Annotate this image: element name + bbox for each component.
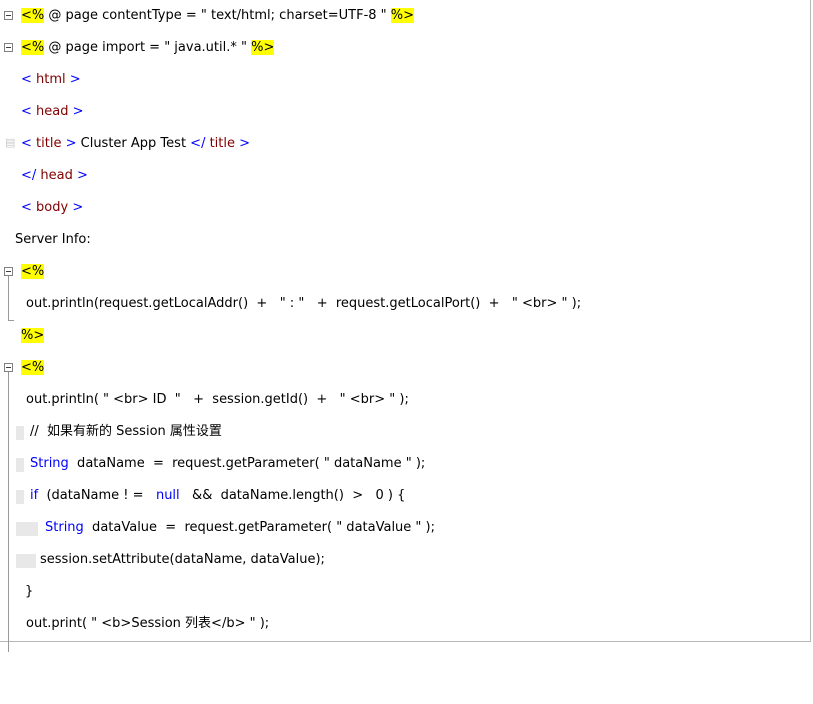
tag-open: < — [21, 104, 32, 119]
code-line: String dataName = request.getParameter( … — [0, 448, 810, 480]
keyword: String — [45, 520, 84, 535]
code-line: <% @ page contentType = " text/html; cha… — [0, 0, 810, 32]
directive-text: @ page contentType = " text/html; charse… — [44, 8, 391, 23]
tag-name: title — [205, 136, 240, 151]
scriptlet-close: %> — [251, 40, 275, 55]
tag-name: head — [31, 104, 73, 119]
code-line: out.print( " <b>Session 列表</b> " ); — [0, 608, 810, 640]
tag-close: > — [72, 200, 84, 215]
tag-open: </ — [190, 136, 206, 151]
directive-text: @ page import = " java.util.* " — [44, 40, 252, 55]
tag-name: html — [31, 72, 70, 87]
collapse-box-icon[interactable] — [4, 11, 13, 20]
code-line: <% — [0, 256, 810, 320]
tag-close: > — [239, 136, 251, 151]
tag-name: title — [31, 136, 66, 151]
code-text: dataValue = request.getParameter( " data… — [83, 520, 435, 535]
breakpoint-icon[interactable]: ▤ — [5, 136, 17, 150]
tag-open: < — [21, 200, 32, 215]
code-text: && dataName.length() > 0 ) { — [179, 488, 406, 503]
tag-open: < — [21, 72, 32, 87]
collapse-box-icon[interactable] — [4, 363, 13, 372]
code-line: } — [0, 576, 810, 608]
code-line: < head > — [0, 96, 810, 128]
code-line: <% @ page import = " java.util.* " %> — [0, 32, 810, 64]
tag-close: > — [72, 104, 84, 119]
code-line: </ head > — [0, 160, 810, 192]
collapse-box-icon[interactable] — [4, 43, 13, 52]
code-line: Server Info: — [0, 224, 810, 256]
comment-text: // 如果有新的 Session 属性设置 — [30, 424, 222, 439]
code-text: out.print( " <b>Session 列表</b> " ); — [26, 616, 270, 631]
code-line: < html > — [0, 64, 810, 96]
code-line: // 如果有新的 Session 属性设置 — [0, 416, 810, 448]
scriptlet-open: <% — [21, 8, 45, 23]
code-line: ▤ < title > Cluster App Test </ title > — [0, 128, 810, 160]
code-view: <% @ page contentType = " text/html; cha… — [0, 0, 811, 652]
keyword: if — [30, 488, 39, 503]
collapse-box-icon[interactable] — [4, 267, 13, 276]
code-text: session.setAttribute(dataName, dataValue… — [40, 552, 325, 567]
tag-close: > — [77, 168, 88, 183]
code-line: < body > — [0, 192, 810, 224]
tag-name: head — [36, 168, 78, 183]
plain-text: Server Info: — [15, 232, 91, 247]
code-text: out.println(request.getLocalAddr() + " :… — [26, 296, 582, 311]
code-text: (dataName ! = — [38, 488, 156, 503]
code-line: out.println(request.getLocalAddr() + " :… — [0, 288, 810, 320]
code-line: out.println( " <br> ID " + session.getId… — [0, 384, 810, 416]
code-text: out.println( " <br> ID " + session.getId… — [26, 392, 409, 407]
tag-open: < — [21, 136, 32, 151]
scriptlet-open: <% — [21, 360, 45, 375]
tag-close: > — [65, 136, 77, 151]
scriptlet-close: %> — [21, 328, 45, 343]
code-line: String dataValue = request.getParameter(… — [0, 512, 810, 544]
scriptlet-open: <% — [21, 264, 45, 279]
scriptlet-open: <% — [21, 40, 45, 55]
scriptlet-close: %> — [390, 8, 415, 23]
code-text: } — [25, 584, 34, 599]
code-line: session.setAttribute(dataName, dataValue… — [0, 544, 810, 576]
tag-name: body — [31, 200, 73, 215]
code-line: if (dataName ! = null && dataName.length… — [0, 480, 810, 512]
title-text: Cluster App Test — [76, 136, 191, 151]
code-text: dataName = request.getParameter( " dataN… — [68, 456, 426, 471]
keyword: String — [30, 456, 69, 471]
tag-close: > — [69, 72, 81, 87]
keyword: null — [155, 488, 180, 503]
tag-open: </ — [21, 168, 37, 183]
code-line: <% — [0, 352, 810, 652]
code-line: %> — [0, 320, 810, 352]
